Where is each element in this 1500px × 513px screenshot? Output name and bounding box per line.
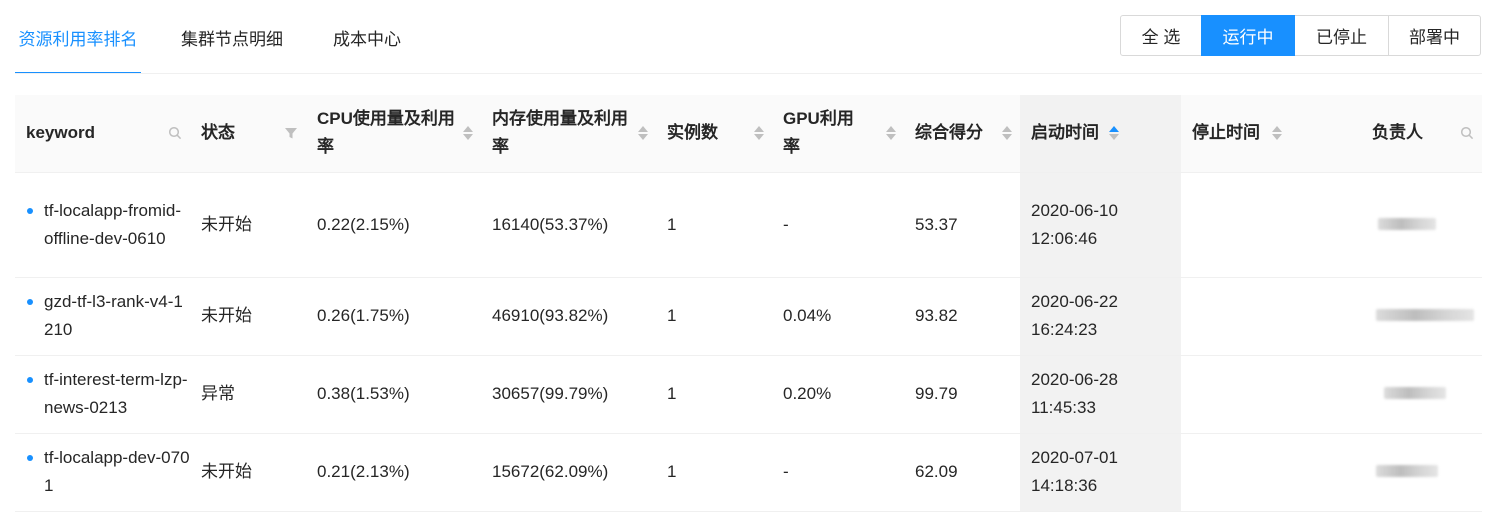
status-filter: 全 选 运行中 已停止 部署中: [1120, 15, 1481, 56]
column-header-gpu[interactable]: GPU利用率: [772, 95, 904, 173]
keyword-cell: tf-interest-term-lzp-news-0213: [15, 355, 190, 434]
tab-divider: [15, 73, 1482, 74]
column-label: CPU使用量及利用率: [317, 109, 455, 157]
memory-cell: 46910(93.82%): [481, 277, 656, 356]
column-header-score[interactable]: 综合得分: [904, 95, 1020, 173]
stop-time-cell: [1181, 355, 1341, 434]
start-time-cell: 2020-06-10 12:06:46: [1020, 172, 1181, 278]
stop-time-cell: [1181, 172, 1341, 278]
cpu-cell: 0.21(2.13%): [306, 433, 481, 512]
instances-cell: 1: [656, 433, 772, 512]
status-dot-icon: [27, 455, 33, 461]
owner-name-blurred: [1376, 309, 1474, 321]
column-header-owner[interactable]: 负责人: [1341, 95, 1482, 173]
filter-running-button[interactable]: 运行中: [1201, 15, 1295, 56]
status-cell: 异常: [190, 355, 306, 434]
score-cell: 99.79: [904, 355, 1020, 434]
owner-name-blurred: [1384, 387, 1446, 399]
status-dot-icon: [27, 207, 33, 214]
start-time-cell: 2020-06-28 11:45:33: [1020, 355, 1181, 434]
tab-cluster-nodes[interactable]: 集群节点明细: [141, 0, 323, 74]
sort-icon[interactable]: [1002, 126, 1012, 141]
start-time-cell: 2020-06-22 16:24:23: [1020, 277, 1181, 356]
score-cell: 53.37: [904, 172, 1020, 278]
filter-deploying-button[interactable]: 部署中: [1388, 15, 1481, 56]
stop-time-cell: [1181, 277, 1341, 356]
table-row[interactable]: gzd-tf-l3-rank-v4-1210 未开始 0.26(1.75%) 4…: [15, 277, 1482, 356]
column-label: 综合得分: [915, 123, 983, 143]
search-icon[interactable]: [1460, 126, 1474, 140]
status-dot-icon: [27, 377, 33, 383]
table-row[interactable]: tf-interest-term-lzp-news-0213 异常 0.38(1…: [15, 355, 1482, 434]
memory-cell: 30657(99.79%): [481, 355, 656, 434]
sort-icon[interactable]: [754, 126, 764, 141]
filter-stopped-button[interactable]: 已停止: [1294, 15, 1389, 56]
column-header-status[interactable]: 状态: [190, 95, 306, 173]
column-header-stop-time[interactable]: 停止时间: [1181, 95, 1341, 173]
keyword-cell: tf-localapp-dev-0701: [15, 433, 190, 512]
sort-icon[interactable]: [1272, 126, 1282, 141]
tab-resource-ranking[interactable]: 资源利用率排名: [15, 0, 141, 74]
status-cell: 未开始: [190, 433, 306, 512]
owner-cell: [1341, 172, 1482, 278]
cpu-cell: 0.22(2.15%): [306, 172, 481, 278]
gpu-cell: 0.20%: [772, 355, 904, 434]
owner-cell: [1341, 277, 1482, 356]
search-icon[interactable]: [168, 126, 182, 140]
filter-all-button[interactable]: 全 选: [1120, 15, 1202, 56]
column-header-memory[interactable]: 内存使用量及利用率: [481, 95, 656, 173]
tab-bar: 资源利用率排名 集群节点明细 成本中心: [15, 0, 411, 74]
column-header-keyword[interactable]: keyword: [15, 95, 190, 173]
sort-icon[interactable]: [463, 126, 473, 141]
owner-cell: [1341, 433, 1482, 512]
memory-cell: 16140(53.37%): [481, 172, 656, 278]
filter-icon[interactable]: [284, 126, 298, 140]
memory-cell: 15672(62.09%): [481, 433, 656, 512]
owner-name-blurred: [1378, 217, 1436, 230]
score-cell: 62.09: [904, 433, 1020, 512]
column-label: 停止时间: [1192, 123, 1260, 143]
cpu-cell: 0.26(1.75%): [306, 277, 481, 356]
tab-cost-center[interactable]: 成本中心: [323, 0, 411, 74]
column-header-start-time[interactable]: 启动时间: [1020, 95, 1181, 173]
column-label: 状态: [201, 123, 235, 143]
column-label: GPU利用率: [783, 109, 854, 157]
instances-cell: 1: [656, 355, 772, 434]
owner-cell: [1341, 355, 1482, 434]
gpu-cell: -: [772, 172, 904, 278]
sort-icon[interactable]: [886, 126, 896, 141]
status-cell: 未开始: [190, 172, 306, 278]
column-header-instances[interactable]: 实例数: [656, 95, 772, 173]
status-cell: 未开始: [190, 277, 306, 356]
status-dot-icon: [27, 299, 33, 305]
sort-icon[interactable]: [638, 126, 648, 141]
column-label: 内存使用量及利用率: [492, 109, 628, 157]
column-label: 启动时间: [1031, 123, 1099, 143]
instances-cell: 1: [656, 172, 772, 278]
gpu-cell: -: [772, 433, 904, 512]
owner-name-blurred: [1376, 465, 1438, 477]
table-row[interactable]: tf-localapp-dev-0701 未开始 0.21(2.13%) 156…: [15, 433, 1482, 512]
stop-time-cell: [1181, 433, 1341, 512]
column-header-cpu[interactable]: CPU使用量及利用率: [306, 95, 481, 173]
cpu-cell: 0.38(1.53%): [306, 355, 481, 434]
sort-asc-icon[interactable]: [1109, 126, 1119, 141]
keyword-cell: gzd-tf-l3-rank-v4-1210: [15, 277, 190, 356]
start-time-cell: 2020-07-01 14:18:36: [1020, 433, 1181, 512]
resource-table: keyword 状态 CPU使用量及利用率 内存使用量及利用率 实例数 GPU利…: [15, 95, 1482, 512]
score-cell: 93.82: [904, 277, 1020, 356]
table-header-row: keyword 状态 CPU使用量及利用率 内存使用量及利用率 实例数 GPU利…: [15, 95, 1482, 173]
column-label: 实例数: [667, 123, 718, 143]
column-label: 负责人: [1372, 123, 1423, 143]
keyword-cell: tf-localapp-fromid-offline-dev-0610: [15, 172, 190, 278]
gpu-cell: 0.04%: [772, 277, 904, 356]
table-row[interactable]: tf-localapp-fromid-offline-dev-0610 未开始 …: [15, 172, 1482, 278]
instances-cell: 1: [656, 277, 772, 356]
column-label: keyword: [26, 123, 95, 143]
